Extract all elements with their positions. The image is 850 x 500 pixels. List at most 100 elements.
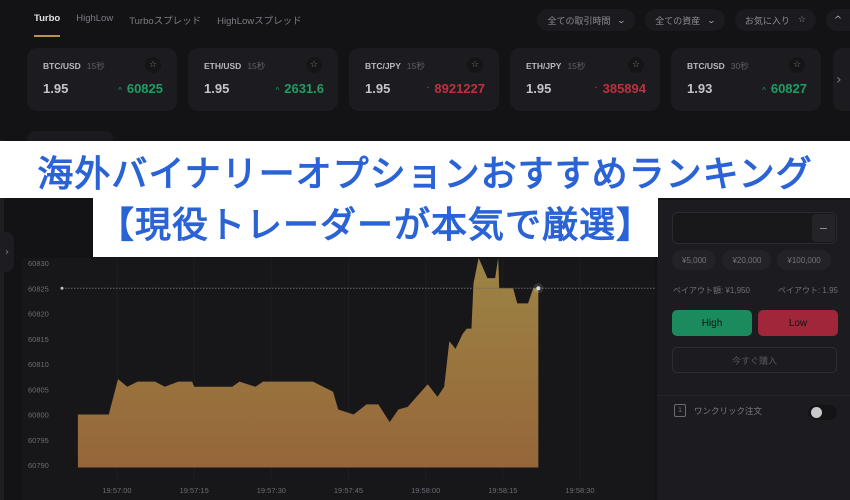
banner-subtitle: 【現役トレーダーが本気で厳選】 — [97, 205, 653, 246]
sidebar-expand-button[interactable]: › — [0, 232, 14, 272]
asset-payout: 1.95 — [43, 81, 69, 96]
direction-buttons: High Low — [672, 310, 838, 336]
asset-card[interactable]: BTC/USD 15秒 ☆ 1.95 ^ 60825 — [27, 48, 177, 111]
asset-price: 2631.6 — [284, 81, 324, 96]
trading-hours-dropdown[interactable]: 全ての取引時間 ⌄ — [537, 9, 636, 31]
current-price-dot — [536, 286, 541, 291]
y-tick-label: 60815 — [28, 335, 49, 344]
y-tick-label: 60805 — [28, 385, 49, 394]
x-tick-label: 19:57:15 — [180, 486, 209, 495]
tab-highlow-spread[interactable]: HighLowスプレッド — [217, 13, 301, 37]
arrow-up-icon: ^ — [275, 86, 280, 95]
high-button[interactable]: High — [672, 310, 752, 336]
asset-duration: 15秒 — [406, 61, 425, 71]
y-tick-label: 60790 — [28, 461, 49, 470]
asset-duration: 30秒 — [730, 61, 749, 71]
asset-card[interactable]: ETH/JPY 15秒 ☆ 1.95 ˇ 385894 — [510, 48, 660, 111]
asset-duration: 15秒 — [567, 61, 586, 71]
tab-turbo[interactable]: Turbo — [34, 13, 61, 37]
x-tick-label: 19:58:15 — [488, 486, 517, 495]
filter-bar: 全ての取引時間 ⌄ 全ての資産 ⌄ お気に入り ☆ ^ — [537, 9, 850, 31]
amount-presets: ¥5,000 ¥20,000 ¥100,000 — [672, 250, 831, 270]
price-chart[interactable]: 60830 60825 60820 60815 60810 60805 60800 60795… — [22, 258, 655, 500]
asset-payout: 1.93 — [687, 81, 713, 96]
preset-amount-button[interactable]: ¥20,000 — [722, 250, 772, 270]
asset-card[interactable]: BTC/USD 30秒 ☆ 1.93 ^ 60827 — [671, 48, 821, 111]
asset-price: 385894 — [602, 81, 646, 96]
current-price-start-dot — [60, 286, 64, 290]
star-icon[interactable]: ☆ — [467, 57, 483, 73]
payout-amount: ペイアウト額: ¥1,950 — [673, 286, 750, 295]
asset-duration: 15秒 — [86, 61, 105, 71]
payout-info: ペイアウト額: ¥1,950 ペイアウト: 1.95 — [673, 285, 838, 296]
one-click-toggle[interactable] — [808, 405, 837, 420]
asset-duration: 15秒 — [247, 61, 266, 71]
chevron-up-icon: ^ — [833, 14, 843, 26]
decrease-amount-button[interactable]: − — [812, 214, 835, 242]
x-tick-label: 19:57:45 — [334, 486, 363, 495]
asset-cards: BTC/USD 15秒 ☆ 1.95 ^ 60825 ETH/USD 15秒 ☆ 1.… — [27, 48, 821, 111]
star-icon[interactable]: ☆ — [306, 57, 322, 73]
asset-card[interactable]: BTC/JPY 15秒 ☆ 1.95 ˇ 8921227 — [349, 48, 499, 111]
x-tick-label: 19:57:00 — [102, 486, 131, 495]
chevron-down-icon: ⌄ — [617, 15, 627, 25]
star-icon[interactable]: ☆ — [628, 57, 644, 73]
one-click-icon: 1 — [674, 404, 686, 417]
asset-pair: BTC/JPY — [365, 61, 401, 71]
arrow-down-icon: ˇ — [426, 86, 430, 95]
minus-icon: − — [818, 221, 829, 235]
x-tick-label: 19:58:00 — [411, 486, 440, 495]
tab-turbo-spread[interactable]: Turboスプレッド — [129, 13, 201, 37]
tab-highlow[interactable]: HighLow — [76, 13, 113, 37]
top-bar: Turbo HighLow Turboスプレッド HighLowスプレッド 全て… — [0, 0, 850, 42]
banner-title: 海外バイナリーオプションおすすめランキング — [37, 154, 813, 195]
y-tick-label: 60830 — [28, 259, 49, 268]
arrow-up-icon: ^ — [762, 86, 766, 95]
chevron-right-icon: › — [836, 71, 842, 88]
collapse-button[interactable]: ^ — [826, 9, 850, 31]
asset-pair: BTC/USD — [43, 61, 81, 71]
favorites-button[interactable]: お気に入り ☆ — [734, 9, 816, 31]
y-tick-label: 60795 — [28, 436, 49, 445]
low-button[interactable]: Low — [758, 310, 838, 336]
payout-rate: ペイアウト: 1.95 — [777, 286, 838, 295]
y-tick-label: 60820 — [28, 310, 49, 319]
star-icon: ☆ — [797, 15, 806, 25]
assets-label: 全ての資産 — [655, 16, 701, 27]
x-tick-label: 19:57:30 — [257, 486, 286, 495]
y-tick-label: 60800 — [28, 411, 49, 420]
arrow-down-icon: ˇ — [594, 86, 598, 95]
trade-type-tabs: Turbo HighLow Turboスプレッド HighLowスプレッド — [34, 13, 302, 37]
trading-hours-label: 全ての取引時間 — [547, 16, 611, 27]
chevron-right-icon: › — [5, 246, 9, 258]
asset-card[interactable]: ETH/USD 15秒 ☆ 1.95 ^ 2631.6 — [188, 48, 338, 111]
preset-amount-button[interactable]: ¥5,000 — [672, 250, 717, 270]
asset-payout: 1.95 — [365, 81, 391, 96]
asset-pair: ETH/USD — [204, 61, 242, 71]
asset-price: 60825 — [126, 81, 163, 96]
toggle-knob — [811, 407, 822, 418]
assets-dropdown[interactable]: 全ての資産 ⌄ — [645, 9, 725, 31]
favorites-label: お気に入り — [744, 16, 790, 27]
divider — [657, 395, 850, 396]
star-icon[interactable]: ☆ — [145, 57, 161, 73]
asset-payout: 1.95 — [526, 81, 552, 96]
chevron-down-icon: ⌄ — [706, 15, 717, 25]
preset-amount-button[interactable]: ¥100,000 — [777, 250, 831, 270]
buy-now-button[interactable]: 今すぐ購入 — [672, 347, 837, 373]
arrow-up-icon: ^ — [118, 86, 122, 95]
star-icon[interactable]: ☆ — [789, 57, 805, 73]
price-chart-svg: 60830 60825 60820 60815 60810 60805 60800 60795… — [28, 258, 655, 495]
y-tick-label: 60810 — [28, 360, 49, 369]
asset-pair: BTC/USD — [687, 61, 725, 71]
x-tick-label: 19:58:30 — [565, 486, 594, 495]
cards-next-button[interactable]: › — [833, 48, 850, 111]
y-tick-label: 60825 — [28, 284, 49, 293]
asset-price: 8921227 — [434, 81, 485, 96]
one-click-order: 1 ワンクリック注文 — [674, 404, 762, 417]
one-click-label: ワンクリック注文 — [694, 406, 763, 417]
price-area — [77, 258, 539, 468]
asset-price: 60827 — [770, 81, 807, 96]
asset-payout: 1.95 — [204, 81, 230, 96]
asset-pair: ETH/JPY — [526, 61, 562, 71]
